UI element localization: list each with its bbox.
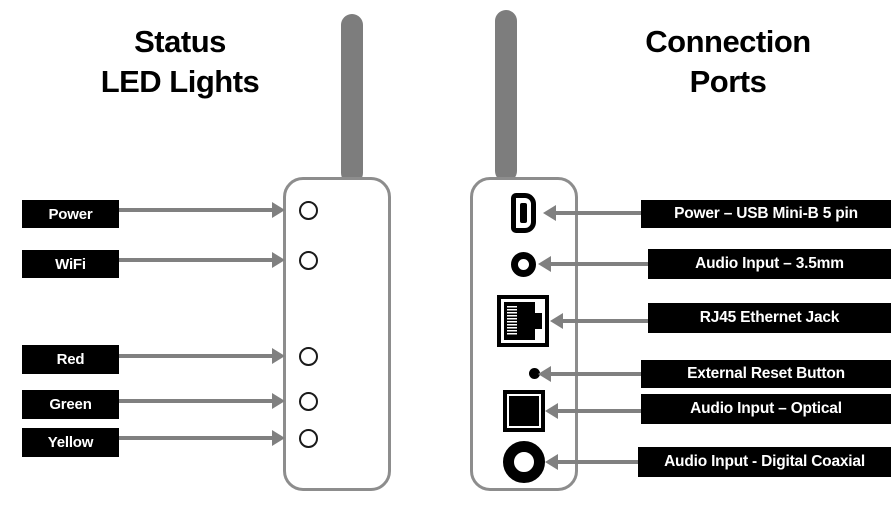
connector-line-wifi xyxy=(119,258,280,262)
right-device-antenna xyxy=(495,10,517,182)
rj45-notch-top xyxy=(535,302,542,313)
arrow-head-audio35 xyxy=(538,256,551,272)
arrow-head-red xyxy=(272,348,285,364)
arrow-head-usb xyxy=(543,205,556,221)
left-device-body xyxy=(283,177,391,491)
optical-port-icon xyxy=(503,390,545,432)
arrow-head-rj45 xyxy=(550,313,563,329)
rj45-notch-bottom xyxy=(535,329,542,340)
connector-line-usb xyxy=(556,211,641,215)
connector-line-coaxial xyxy=(558,460,638,464)
optical-inner-ring xyxy=(507,394,541,428)
arrow-head-green xyxy=(272,393,285,409)
label-green: Green xyxy=(22,390,119,419)
label-power: Power xyxy=(22,200,119,228)
label-yellow: Yellow xyxy=(22,428,119,457)
label-audio-optical: Audio Input – Optical xyxy=(641,394,891,424)
arrow-head-wifi xyxy=(272,252,285,268)
connector-line-green xyxy=(119,399,280,403)
left-device-antenna xyxy=(341,14,363,184)
connector-line-red xyxy=(119,354,280,358)
arrow-head-optical xyxy=(545,403,558,419)
label-wifi: WiFi xyxy=(22,250,119,278)
led-yellow xyxy=(299,429,318,448)
arrow-head-reset xyxy=(538,366,551,382)
connector-line-reset xyxy=(551,372,641,376)
label-rj45-ethernet: RJ45 Ethernet Jack xyxy=(648,303,891,333)
diagram-canvas: Status LED Lights Connection Ports Power… xyxy=(0,0,891,507)
rj45-icon xyxy=(497,295,549,347)
arrow-head-power xyxy=(272,202,285,218)
rj45-latch-tab xyxy=(535,312,542,330)
label-audio-coaxial: Audio Input - Digital Coaxial xyxy=(638,447,891,477)
label-audio-3-5mm: Audio Input – 3.5mm xyxy=(648,249,891,279)
rj45-inner-frame xyxy=(501,299,545,343)
connector-line-optical xyxy=(558,409,641,413)
audio-jack-icon xyxy=(511,252,536,277)
connector-line-yellow xyxy=(119,436,280,440)
led-red xyxy=(299,347,318,366)
arrow-head-coaxial xyxy=(545,454,558,470)
optical-core xyxy=(509,396,539,426)
label-red: Red xyxy=(22,345,119,374)
left-panel-heading: Status LED Lights xyxy=(100,24,260,99)
led-wifi xyxy=(299,251,318,270)
arrow-head-yellow xyxy=(272,430,285,446)
connector-line-rj45 xyxy=(563,319,648,323)
coaxial-port-icon xyxy=(503,441,545,483)
label-usb-power: Power – USB Mini-B 5 pin xyxy=(641,200,891,228)
right-panel-heading: Connection Ports xyxy=(645,24,811,99)
label-external-reset: External Reset Button xyxy=(641,360,891,388)
connector-line-audio35 xyxy=(551,262,648,266)
usb-port-icon xyxy=(511,193,536,233)
rj45-core xyxy=(504,302,542,340)
rj45-pin-comb xyxy=(507,306,517,336)
led-green xyxy=(299,392,318,411)
connector-line-power xyxy=(119,208,280,212)
led-power xyxy=(299,201,318,220)
